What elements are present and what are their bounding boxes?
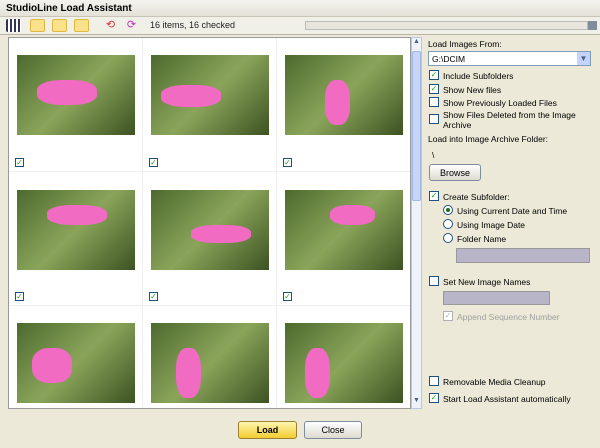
toolbar: ⟲ ⟳ 16 items, 16 checked — [0, 17, 600, 35]
thumbnail-cell[interactable]: ✓ — [9, 172, 143, 306]
thumbnail-checkbox[interactable]: ✓ — [15, 292, 24, 301]
radio-folder-name-label: Folder Name — [457, 234, 507, 244]
thumbnail-image — [17, 55, 135, 135]
removable-cleanup-checkbox[interactable] — [429, 376, 439, 386]
grid-view-icon[interactable] — [6, 19, 21, 32]
close-button[interactable]: Close — [304, 421, 362, 439]
menu-dropdown-icon[interactable] — [588, 21, 597, 30]
thumbnail-image — [17, 323, 135, 403]
create-subfolder-label: Create Subfolder: — [443, 192, 510, 202]
audio-filter-icon[interactable] — [52, 19, 67, 32]
load-from-value: G:\DCIM — [432, 54, 466, 64]
radio-current-date[interactable] — [443, 205, 453, 215]
radio-image-date[interactable] — [443, 219, 453, 229]
thumbnail-checkbox[interactable]: ✓ — [283, 158, 292, 167]
load-button[interactable]: Load — [238, 421, 297, 439]
options-panel: Load Images From: G:\DCIM ▼ ✓ Include Sub… — [422, 37, 598, 409]
thumbnail-cell[interactable]: ✓ — [277, 172, 410, 306]
folder-name-input[interactable] — [456, 248, 590, 263]
thumbnail-image — [285, 190, 403, 270]
thumbnail-cell[interactable] — [9, 306, 143, 408]
append-sequence-label: Append Sequence Number — [457, 312, 560, 322]
show-previous-checkbox[interactable] — [429, 97, 439, 107]
image-filter-icon[interactable] — [30, 19, 45, 32]
chevron-down-icon[interactable]: ▼ — [577, 52, 590, 65]
thumbnail-checkbox[interactable]: ✓ — [15, 158, 24, 167]
archive-folder-label: Load into Image Archive Folder: — [428, 134, 549, 144]
append-sequence-checkbox[interactable]: ✓ — [443, 311, 453, 321]
create-subfolder-checkbox[interactable]: ✓ — [429, 191, 439, 201]
zoom-slider[interactable] — [305, 21, 588, 30]
scroll-up-icon[interactable]: ▲ — [412, 38, 421, 49]
thumbnail-image — [151, 55, 269, 135]
thumbnail-cell[interactable] — [277, 306, 410, 408]
thumbnail-image — [17, 190, 135, 270]
window-title: StudioLine Load Assistant — [0, 0, 600, 17]
thumbnail-image — [151, 190, 269, 270]
radio-current-date-label: Using Current Date and Time — [457, 206, 568, 216]
thumbnail-cell[interactable] — [143, 306, 277, 408]
show-new-label: Show New files — [443, 85, 502, 95]
thumbnail-image — [151, 323, 269, 403]
load-from-label: Load Images From: — [428, 39, 502, 49]
start-auto-checkbox[interactable]: ✓ — [429, 393, 439, 403]
show-deleted-label: Show Files Deleted from the Image — [443, 110, 576, 120]
set-names-checkbox[interactable] — [429, 276, 439, 286]
start-auto-label: Start Load Assistant automatically — [443, 394, 571, 404]
thumbnail-cell[interactable]: ✓ — [9, 38, 143, 172]
show-deleted-checkbox[interactable] — [429, 114, 439, 124]
thumbnail-cell[interactable]: ✓ — [277, 38, 410, 172]
show-deleted-label-2: Archive — [443, 120, 472, 130]
show-new-checkbox[interactable]: ✓ — [429, 84, 439, 94]
thumbnail-image — [285, 323, 403, 403]
thumbnail-cell[interactable]: ✓ — [143, 172, 277, 306]
thumbnail-checkbox[interactable]: ✓ — [149, 292, 158, 301]
thumbnail-image — [285, 55, 403, 135]
browse-button[interactable]: Browse — [429, 164, 481, 181]
grid-scrollbar[interactable]: ▲ ▼ — [411, 37, 422, 409]
archive-folder-value: \ — [432, 150, 435, 160]
show-previous-label: Show Previously Loaded Files — [443, 98, 557, 108]
thumbnail-checkbox[interactable]: ✓ — [283, 292, 292, 301]
include-subfolders-checkbox[interactable]: ✓ — [429, 70, 439, 80]
radio-folder-name[interactable] — [443, 233, 453, 243]
load-from-dropdown[interactable]: G:\DCIM ▼ — [428, 51, 591, 66]
include-subfolders-label: Include Subfolders — [443, 71, 514, 81]
thumbnail-checkbox[interactable]: ✓ — [149, 158, 158, 167]
rotate-left-icon[interactable]: ⟲ — [103, 19, 118, 32]
status-text: 16 items, 16 checked — [150, 20, 236, 30]
radio-image-date-label: Using Image Date — [457, 220, 526, 230]
scroll-down-icon[interactable]: ▼ — [412, 397, 421, 408]
scrollbar-thumb[interactable] — [412, 51, 421, 201]
thumbnail-cell[interactable]: ✓ — [143, 38, 277, 172]
rotate-right-icon[interactable]: ⟳ — [124, 19, 139, 32]
video-filter-icon[interactable] — [74, 19, 89, 32]
thumbnail-grid: ✓ ✓ ✓ ✓ ✓ ✓ — [8, 37, 411, 409]
image-name-input[interactable] — [443, 291, 550, 305]
set-names-label: Set New Image Names — [443, 277, 531, 287]
removable-cleanup-label: Removable Media Cleanup — [443, 377, 546, 387]
